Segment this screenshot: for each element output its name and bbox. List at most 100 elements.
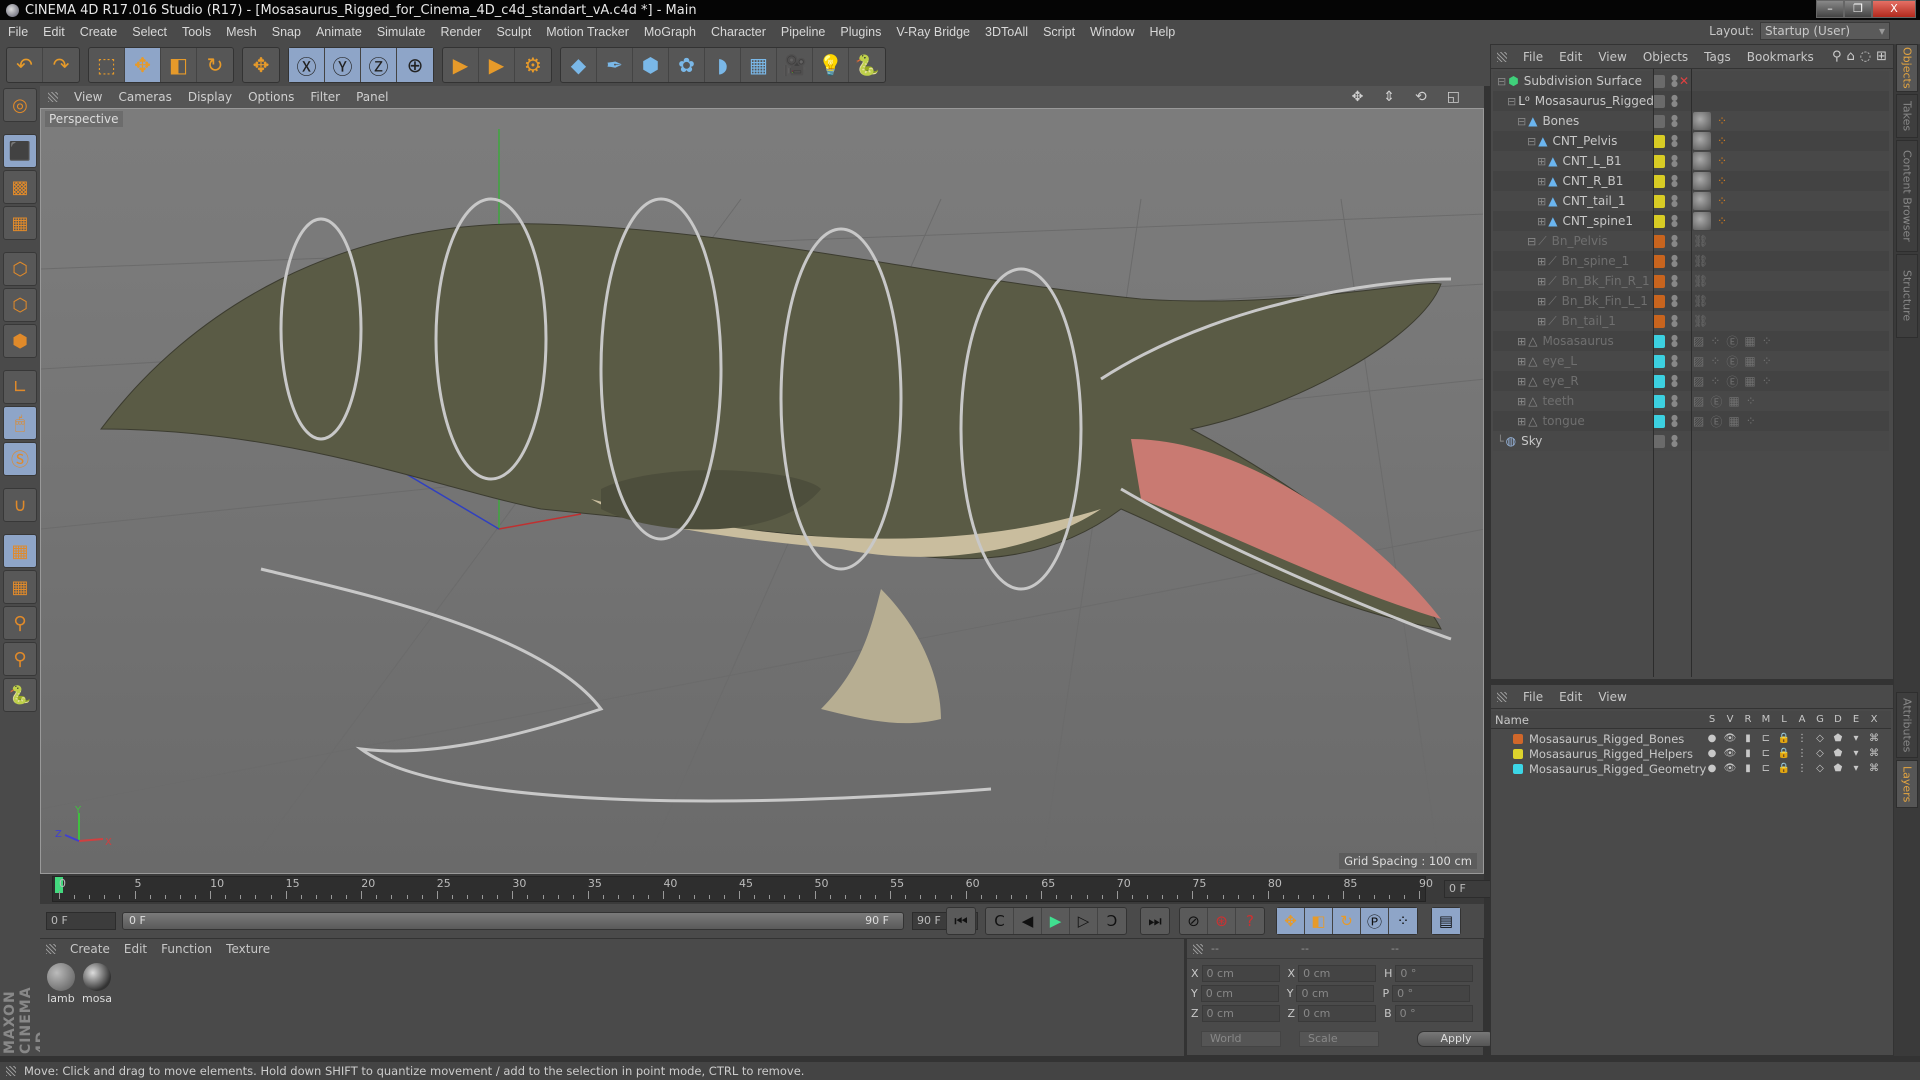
display-tag-icon[interactable]	[1693, 112, 1711, 130]
layer-color-swatch[interactable]	[1653, 234, 1665, 248]
play-button[interactable]: ▶	[1042, 908, 1070, 934]
xref-icon[interactable]: ⌘	[1865, 733, 1883, 744]
weight-tag-icon[interactable]: ⁘	[1717, 114, 1727, 128]
texture-mode-button[interactable]: ▩	[3, 170, 37, 204]
workplane-mode-button[interactable]: ▦	[3, 206, 37, 240]
move-button[interactable]: ✥	[125, 48, 161, 82]
light-button[interactable]: 💡	[813, 48, 849, 82]
sculpt-brush-button[interactable]: ⚲	[3, 606, 37, 640]
visibility-dots[interactable]: ● ●	[1671, 334, 1679, 348]
lock-icon[interactable]: 🔒	[1775, 748, 1793, 759]
tweak-mode-button[interactable]: 🖱	[3, 406, 37, 440]
menu-motion-tracker[interactable]: Motion Tracker	[546, 25, 629, 39]
tree-toggle-icon[interactable]: ⊞	[1537, 315, 1546, 328]
layer-color-swatch[interactable]	[1653, 414, 1665, 428]
tree-toggle-icon[interactable]: ⊞	[1537, 195, 1546, 208]
menu-animate[interactable]: Animate	[316, 25, 362, 39]
layer-color-swatch[interactable]	[1653, 334, 1665, 348]
layer-color-swatch[interactable]	[1653, 254, 1665, 268]
column-r[interactable]: R	[1739, 714, 1757, 725]
camera-button[interactable]: 🎥	[777, 48, 813, 82]
column-v[interactable]: V	[1721, 714, 1739, 725]
layer-color-swatch[interactable]	[1653, 314, 1665, 328]
layer-color-swatch[interactable]	[1653, 434, 1665, 448]
texture-tag-icon[interactable]: ▦	[1728, 394, 1739, 408]
previous-frame-button[interactable]: ◀	[1014, 908, 1042, 934]
weight-tag-icon[interactable]: Ⓔ	[1710, 393, 1722, 410]
visibility-dots[interactable]: ● ●	[1671, 254, 1679, 268]
visibility-dots[interactable]: ● ●	[1671, 394, 1679, 408]
go-to-start-button[interactable]: ⏮	[947, 908, 975, 934]
weight-tag-icon[interactable]: ⁘	[1717, 134, 1727, 148]
key-position-button[interactable]: ✥	[1277, 908, 1305, 934]
generators-icon[interactable]: ◇	[1811, 733, 1829, 744]
column-g[interactable]: G	[1811, 714, 1829, 725]
rotate-button[interactable]: ↻	[197, 48, 233, 82]
undo-button[interactable]: ↶	[7, 48, 43, 82]
size-mode-dropdown[interactable]: Scale	[1299, 1031, 1379, 1047]
side-tab-layers[interactable]: Layers	[1896, 760, 1918, 808]
texture-tag-icon[interactable]: ▦	[1744, 374, 1755, 388]
weight-tag-icon[interactable]: ⁘	[1717, 214, 1727, 228]
xref-icon[interactable]: ⌘	[1865, 763, 1883, 774]
generators-icon[interactable]: ◇	[1811, 763, 1829, 774]
phong-tag-icon[interactable]: ▨	[1693, 394, 1704, 408]
tree-toggle-icon[interactable]: ⊞	[1517, 375, 1526, 388]
timeline-window-button[interactable]: ▤	[1432, 908, 1460, 934]
object-menu-edit[interactable]: Edit	[1559, 50, 1582, 64]
texture-tag-icon[interactable]: ▦	[1728, 414, 1739, 428]
visibility-dots[interactable]: ● ●	[1671, 174, 1679, 188]
tree-toggle-icon[interactable]: ⊟	[1527, 135, 1536, 148]
uvw-tag-icon[interactable]: ⁘	[1746, 394, 1756, 408]
visibility-dots[interactable]: ● ●	[1671, 194, 1679, 208]
viewport-menu-panel[interactable]: Panel	[356, 90, 388, 104]
key-pla-button[interactable]: ⁘	[1389, 908, 1417, 934]
layout-dropdown[interactable]: Startup (User)	[1760, 22, 1890, 40]
menu-create[interactable]: Create	[80, 25, 118, 39]
workplane-align-button[interactable]: ▦	[3, 570, 37, 604]
side-tab-takes[interactable]: Takes	[1896, 94, 1918, 138]
tree-toggle-icon[interactable]: ⊟	[1527, 235, 1536, 248]
side-tab-objects[interactable]: Objects	[1896, 44, 1918, 92]
manager-icon[interactable]: ⊏	[1757, 763, 1775, 774]
coordinate-field[interactable]: 0 cm	[1200, 985, 1279, 1002]
layer-menu-view[interactable]: View	[1598, 690, 1626, 704]
visible-icon[interactable]: 👁	[1721, 733, 1739, 744]
column-l[interactable]: L	[1775, 714, 1793, 725]
tree-toggle-icon[interactable]: └	[1497, 435, 1504, 448]
animation-icon[interactable]: ⋮	[1793, 733, 1811, 744]
layer-color-swatch[interactable]	[1653, 174, 1665, 188]
sculpt-paint-button[interactable]: ⚲	[3, 642, 37, 676]
material-menu-texture[interactable]: Texture	[226, 942, 270, 956]
menu-simulate[interactable]: Simulate	[377, 25, 426, 39]
menu-v-ray-bridge[interactable]: V-Ray Bridge	[896, 25, 970, 39]
tree-toggle-icon[interactable]: ⊞	[1517, 415, 1526, 428]
menu-script[interactable]: Script	[1043, 25, 1075, 39]
coordinate-system-button[interactable]: ⊕	[397, 48, 433, 82]
tree-toggle-icon[interactable]: ⊞	[1537, 215, 1546, 228]
coordinate-space-dropdown[interactable]: World	[1201, 1031, 1281, 1047]
weight-tag-icon[interactable]: Ⓔ	[1726, 353, 1738, 370]
restore-button[interactable]: ❐	[1844, 0, 1872, 18]
visibility-dots[interactable]: ● ●	[1671, 154, 1679, 168]
axis-mode-button[interactable]: ∟	[3, 370, 37, 404]
weight-tag-icon[interactable]: Ⓔ	[1726, 373, 1738, 390]
redo-button[interactable]: ↷	[43, 48, 79, 82]
coordinate-field[interactable]: 0 °	[1395, 965, 1474, 982]
generators-icon[interactable]: ◇	[1811, 748, 1829, 759]
uvw-tag-icon[interactable]: ⁘	[1762, 354, 1772, 368]
points-mode-button[interactable]: ⬡	[3, 252, 37, 286]
material-menu-edit[interactable]: Edit	[124, 942, 147, 956]
menu-snap[interactable]: Snap	[272, 25, 301, 39]
menu-select[interactable]: Select	[132, 25, 167, 39]
minimize-button[interactable]: –	[1816, 0, 1844, 18]
tree-toggle-icon[interactable]: ⊞	[1517, 335, 1526, 348]
menu-help[interactable]: Help	[1150, 25, 1176, 39]
eye-icon[interactable]: ◌	[1860, 49, 1871, 64]
tree-toggle-icon[interactable]: ⊟	[1497, 75, 1506, 88]
visibility-dots[interactable]: ● ●	[1671, 74, 1679, 88]
layer-row[interactable]: Mosasaurus_Rigged_Helpers ● 👁 ▮ ⊏ 🔒 ⋮ ◇ ⬟ ▾ ⌘	[1491, 746, 1891, 761]
cube-button[interactable]: ◆	[561, 48, 597, 82]
close-button[interactable]: X	[1872, 0, 1916, 18]
display-tag-icon[interactable]	[1693, 132, 1711, 150]
